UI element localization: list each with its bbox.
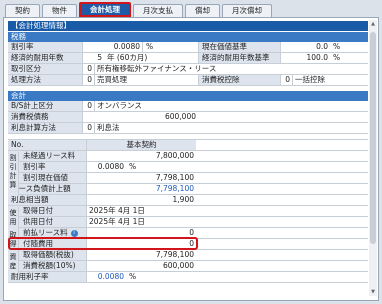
tab-property[interactable]: 物件 bbox=[42, 4, 77, 17]
tab-bar: 契約 物件 会計処理 月次支払 償却 月次償却 bbox=[5, 2, 274, 18]
grid-row: 割引率 0.0080% bbox=[8, 162, 368, 173]
interest-method-text: 利息法 bbox=[94, 123, 198, 133]
grid-header-row: No. 基本契約 bbox=[8, 140, 368, 151]
grid-row: 付随費用 0 bbox=[8, 239, 368, 250]
scroll-up-icon[interactable]: ▲ bbox=[369, 21, 377, 27]
side-label-use: 使用 bbox=[8, 207, 19, 229]
grid-row: 利息相当額 1,900 bbox=[8, 195, 368, 206]
consumption-tax-label: 消費税控除 bbox=[198, 75, 280, 85]
transaction-type-label: 取引区分 bbox=[8, 64, 82, 74]
useful-life-months: 年 (60カ月) bbox=[107, 53, 148, 62]
accounting-panel: 【会計処理情報】 税務 割引率 0.0080 % 現在価値基準 0.0 % 経済… bbox=[3, 17, 379, 301]
grid-row: 取得価額(税抜) 7,798,100 bbox=[8, 250, 368, 261]
grid-no-label: No. bbox=[8, 140, 86, 150]
useful-life-criteria-label: 経済的耐用年数基準 bbox=[198, 53, 280, 63]
grid-row-value: 7,798,100 bbox=[86, 173, 196, 183]
discount-rate-unit: % bbox=[142, 42, 198, 52]
grid-row-label: リース負債計上額 bbox=[8, 184, 86, 194]
grid-row: 取得日付 2025年 4月 1日 bbox=[8, 206, 368, 217]
tab-monthly-depreciation[interactable]: 月次償却 bbox=[222, 4, 272, 17]
grid-discount-unit: % bbox=[129, 162, 137, 171]
consumption-tax-text: 一括控除 bbox=[292, 75, 368, 85]
tax-row-useful-life: 経済的耐用年数 5 年 (60カ月) 経済的耐用年数基準 100.0 % bbox=[8, 53, 368, 64]
grid-row-label: 消費税額(10%) bbox=[8, 261, 86, 271]
grid-row-label: 割引率 bbox=[8, 162, 86, 172]
processing-row: 処理方法 0 売買処理 消費税控除 0 一括控除 bbox=[8, 75, 368, 86]
grid-row: 耐用利子率 0.0080% bbox=[8, 272, 368, 283]
section-title: 【会計処理情報】 bbox=[8, 21, 368, 31]
grid-row-value: 1,900 bbox=[86, 195, 196, 205]
tax-debt-label: 消費税債務 bbox=[8, 112, 82, 122]
grid-row-value: 600,000 bbox=[86, 261, 196, 271]
bs-category-code[interactable]: 0 bbox=[82, 101, 94, 111]
transaction-type-row: 取引区分 0 所有権移転外ファイナンス・リース bbox=[8, 64, 368, 75]
contract-grid: No. 基本契約 未経過リース料 7,800,000 割引率 0.0080% 割引現… bbox=[8, 139, 368, 283]
pv-criteria-field[interactable]: 0.0 bbox=[280, 42, 330, 52]
processing-method-text: 売買処理 bbox=[94, 75, 198, 85]
tax-row-discount: 割引率 0.0080 % 現在価値基準 0.0 % bbox=[8, 42, 368, 53]
grid-row-label: 前払リース料 i bbox=[8, 228, 86, 238]
side-label-discount: 割引計算 bbox=[8, 152, 19, 196]
scroll-thumb[interactable] bbox=[370, 32, 376, 244]
grid-row-value: 7,798,100 bbox=[86, 184, 196, 194]
grid-row: 前払リース料 i 0 bbox=[8, 228, 368, 239]
transaction-type-text: 所有権移転外ファイナンス・リース bbox=[94, 64, 368, 74]
side-label-acquire: 取得 bbox=[8, 229, 19, 251]
useful-life-criteria-unit: % bbox=[333, 53, 341, 62]
grid-row-value: 7,798,100 bbox=[86, 250, 196, 260]
grid-use-date[interactable]: 2025年 4月 1日 bbox=[86, 217, 196, 227]
grid-row: 供用日付 2025年 4月 1日 bbox=[8, 217, 368, 228]
tax-band: 税務 bbox=[8, 32, 368, 42]
info-icon[interactable]: i bbox=[70, 230, 78, 237]
grid-row-label: 割引現在価値 bbox=[8, 173, 86, 183]
useful-life-criteria-field[interactable]: 100.0 bbox=[280, 53, 330, 63]
grid-row-label: 利息相当額 bbox=[8, 195, 86, 205]
grid-row-label: 供用日付 bbox=[8, 217, 86, 227]
processing-method-code[interactable]: 0 bbox=[82, 75, 94, 85]
useful-life-field[interactable]: 5 bbox=[82, 53, 104, 63]
transaction-type-code[interactable]: 0 bbox=[82, 64, 94, 74]
grid-row: 割引現在価値 7,798,100 bbox=[8, 173, 368, 184]
pv-criteria-label: 現在価値基準 bbox=[198, 42, 280, 52]
grid-row: 未経過リース料 7,800,000 bbox=[8, 151, 368, 162]
bs-category-text: オンバランス bbox=[94, 101, 198, 111]
grid-interest-unit: % bbox=[129, 272, 137, 281]
tab-depreciation[interactable]: 償却 bbox=[185, 4, 220, 17]
bs-row: B/S計上区分 0 オンバランス bbox=[8, 101, 368, 112]
tax-debt-value: 600,000 bbox=[82, 112, 198, 122]
tab-monthly-payment[interactable]: 月次支払 bbox=[133, 4, 183, 17]
grid-row: リース負債計上額 7,798,100 bbox=[8, 184, 368, 195]
grid-row-label: 耐用利子率 bbox=[8, 272, 86, 282]
grid-row: 消費税額(10%) 600,000 bbox=[8, 261, 368, 272]
consumption-tax-code[interactable]: 0 bbox=[280, 75, 292, 85]
grid-row-value: 7,800,000 bbox=[86, 151, 196, 161]
grid-row-label: 未経過リース料 bbox=[8, 151, 86, 161]
bs-category-label: B/S計上区分 bbox=[8, 101, 82, 111]
grid-discount-field[interactable]: 0.0080 bbox=[86, 162, 126, 172]
grid-row-label: 取得日付 bbox=[8, 206, 86, 216]
pv-criteria-unit: % bbox=[333, 42, 341, 51]
grid-acquire-date[interactable]: 2025年 4月 1日 bbox=[86, 206, 196, 216]
grid-row-label: 付随費用 bbox=[8, 239, 86, 249]
incidental-cost-field[interactable]: 0 bbox=[86, 239, 196, 249]
discount-rate-field[interactable]: 0.0080 bbox=[82, 42, 142, 52]
grid-interest-rate: 0.0080 bbox=[86, 272, 126, 282]
interest-method-label: 利息計算方法 bbox=[8, 123, 82, 133]
tab-contract[interactable]: 契約 bbox=[5, 4, 40, 17]
scroll-down-icon[interactable]: ▼ bbox=[369, 289, 377, 295]
interest-method-code[interactable]: 0 bbox=[82, 123, 94, 133]
tab-accounting[interactable]: 会計処理 bbox=[79, 2, 131, 17]
useful-life-label: 経済的耐用年数 bbox=[8, 53, 82, 63]
tax-debt-row: 消費税債務 600,000 bbox=[8, 112, 368, 123]
side-label-asset: 資産 bbox=[8, 251, 19, 273]
discount-rate-label: 割引率 bbox=[8, 42, 82, 52]
interest-method-row: 利息計算方法 0 利息法 bbox=[8, 123, 368, 134]
grid-row-value[interactable]: 0 bbox=[86, 228, 196, 238]
grid-row-label: 取得価額(税抜) bbox=[8, 250, 86, 260]
vertical-scrollbar[interactable]: ▲ ▼ bbox=[369, 20, 377, 296]
accounting-band: 会計 bbox=[8, 91, 368, 101]
grid-col-basic-contract: 基本契約 bbox=[86, 140, 196, 150]
processing-method-label: 処理方法 bbox=[8, 75, 82, 85]
